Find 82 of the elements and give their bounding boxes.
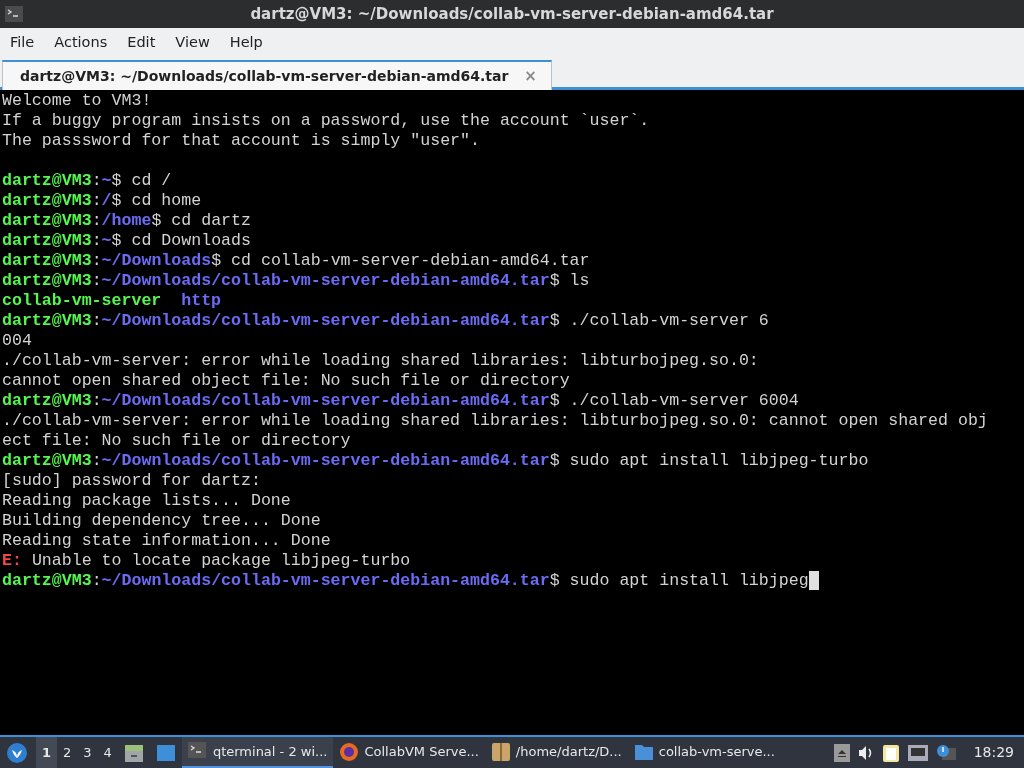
tab[interactable]: dartz@VM3: ~/Downloads/collab-vm-server-debian-amd64.tar ×	[2, 60, 552, 90]
terminal-text: $ sudo apt install libjpeg	[549, 571, 809, 590]
terminal-text: http	[181, 291, 222, 310]
desktop-switcher[interactable]: 2	[57, 737, 78, 768]
terminal-text: dartz@VM3	[2, 311, 92, 330]
clock[interactable]: 18:29	[963, 742, 1024, 763]
terminal-text: Reading package lists... Done	[2, 491, 291, 510]
window-title: dartz@VM3: ~/Downloads/collab-vm-server-debian-amd64.tar	[250, 4, 774, 25]
terminal-text: :	[91, 191, 102, 210]
desktop-switcher[interactable]: 3	[77, 737, 98, 768]
menu-item[interactable]: Help	[219, 28, 273, 57]
terminal-text: ~/Downloads/collab-vm-server-debian-amd64.tar	[101, 451, 550, 470]
terminal-text: $ cd Downloads	[111, 231, 251, 250]
terminal-text: dartz@VM3	[2, 391, 92, 410]
terminal-text: The passsword for that account is simply "user".	[2, 131, 480, 150]
terminal-text: :	[91, 171, 102, 190]
terminal-text: /	[101, 191, 112, 210]
tab-title[interactable]: dartz@VM3: ~/Downloads/collab-vm-server-debian-amd64.tar	[20, 65, 509, 87]
terminal-text: E:	[2, 551, 22, 570]
terminal-text: ./collab-vm-server: error while loading shared libraries: libturbojpeg.so.0:	[2, 351, 759, 370]
terminal-text: :	[91, 211, 102, 230]
desktop-switcher[interactable]: 4	[97, 737, 118, 768]
taskbar-button[interactable]: /home/dartz/D...	[484, 737, 628, 768]
terminal-text: collab-vm-server	[2, 291, 162, 310]
terminal-text: ~	[101, 231, 112, 250]
terminal-text: $ ./collab-vm-server 6004	[549, 391, 799, 410]
terminal-text: ~/Downloads/collab-vm-server-debian-amd64.tar	[101, 271, 550, 290]
terminal-text: :	[91, 571, 102, 590]
desktop-switcher[interactable]: 1	[36, 737, 58, 768]
terminal-text: $ ls	[549, 271, 590, 290]
terminal-text: dartz@VM3	[2, 211, 92, 230]
terminal-text: :	[91, 271, 102, 290]
eject-icon[interactable]	[833, 743, 850, 762]
terminal-text: ect file: No such file or directory	[2, 431, 351, 450]
terminal-text: Building dependency tree... Done	[2, 511, 321, 530]
terminal-text: cannot open shared object file: No such file or directory	[2, 371, 570, 390]
terminal-text: $ sudo apt install libjpeg-turbo	[549, 451, 869, 470]
terminal-text: $ cd collab-vm-server-debian-amd64.tar	[211, 251, 590, 270]
start-menu-icon[interactable]	[6, 741, 28, 764]
terminal-text: dartz@VM3	[2, 231, 92, 250]
taskbar-button[interactable]: qterminal - 2 wi...	[181, 737, 334, 768]
terminal-text: ~/Downloads/collab-vm-server-debian-amd64.tar	[101, 391, 550, 410]
terminal-text: dartz@VM3	[2, 251, 92, 270]
terminal-text: :	[91, 231, 102, 250]
terminal-text: $ cd dartz	[151, 211, 251, 230]
menu-item[interactable]: View	[165, 28, 220, 57]
terminal-text: ./collab-vm-server: error while loading shared libraries: libturbojpeg.so.0: cannot open shared obj	[2, 411, 988, 430]
terminal-text: dartz@VM3	[2, 451, 92, 470]
terminal-text: :	[91, 251, 102, 270]
browser-icon[interactable]	[339, 741, 360, 762]
terminal-text: Reading state information... Done	[2, 531, 331, 550]
terminal-text: /home	[101, 211, 152, 230]
terminal-text: $ ./collab-vm-server 6	[549, 311, 769, 330]
terminal-text: $ cd home	[111, 191, 202, 210]
terminal-text: [sudo] password for dartz:	[2, 471, 261, 490]
taskbar-button[interactable]: collab-vm-serve...	[627, 737, 781, 768]
terminal-text: $ cd /	[111, 171, 172, 190]
menu-item[interactable]: File	[0, 28, 45, 57]
notification-icon[interactable]	[935, 743, 956, 762]
menu-item[interactable]: Actions	[44, 28, 118, 57]
terminal-text: ~/Downloads/collab-vm-server-debian-amd64.tar	[101, 571, 550, 590]
terminal-text: ~/Downloads/collab-vm-server-debian-amd64.tar	[101, 311, 550, 330]
terminal-text: :	[91, 311, 102, 330]
desktop-icon[interactable]	[155, 743, 176, 762]
terminal-text: :	[91, 451, 102, 470]
terminal-text: dartz@VM3	[2, 271, 92, 290]
terminal-text: Welcome to VM3!	[2, 91, 152, 110]
archive-icon[interactable]	[490, 741, 511, 762]
terminal-text: If a buggy program insists on a password, use the account `user`.	[2, 111, 650, 130]
volume-icon[interactable]	[857, 744, 874, 761]
file-cabinet-icon[interactable]	[123, 742, 144, 763]
terminal-text: 004	[2, 331, 32, 350]
terminal-text: dartz@VM3	[2, 191, 92, 210]
terminal-text: ~	[101, 171, 112, 190]
taskbar-button[interactable]: CollabVM Serve...	[333, 737, 485, 768]
menu-item[interactable]: Edit	[117, 28, 166, 57]
terminal-text: :	[91, 391, 102, 410]
terminal-text: dartz@VM3	[2, 571, 92, 590]
terminal-icon	[5, 6, 23, 22]
terminal-text: Unable to locate package libjpeg-turbo	[30, 551, 411, 570]
terminal-text: ~/Downloads	[101, 251, 212, 270]
terminal-text: dartz@VM3	[2, 171, 92, 190]
